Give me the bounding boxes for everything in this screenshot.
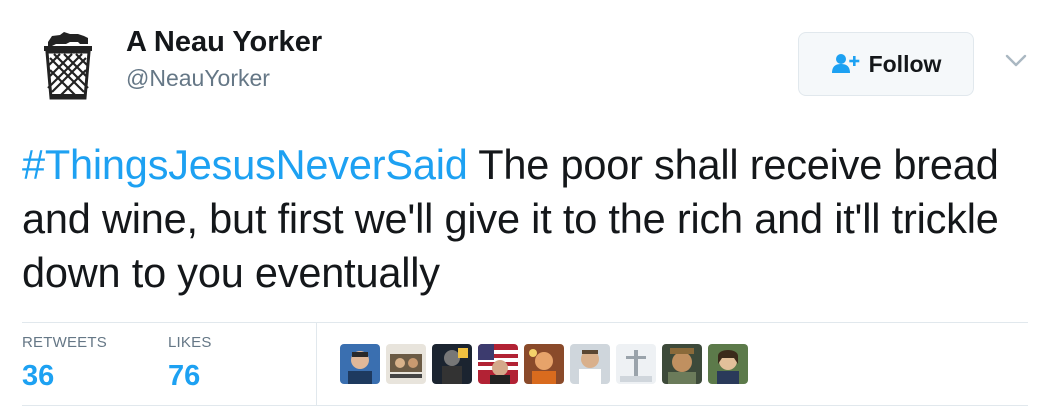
liker-avatar[interactable] — [432, 344, 472, 384]
tweet-text: #ThingsJesusNeverSaid The poor shall rec… — [22, 138, 1032, 300]
likers-avatars — [340, 344, 748, 384]
add-user-icon — [831, 53, 861, 75]
liker-avatar[interactable] — [570, 344, 610, 384]
liker-avatar[interactable] — [478, 344, 518, 384]
follow-label: Follow — [868, 50, 942, 77]
liker-avatar[interactable] — [708, 344, 748, 384]
retweets-stat[interactable]: RETWEETS 36 — [22, 334, 107, 394]
likes-stat[interactable]: LIKES 76 — [168, 334, 212, 394]
author-handle[interactable]: @NeauYorker — [126, 63, 270, 93]
liker-avatar[interactable] — [340, 344, 380, 384]
chevron-down-icon[interactable] — [1004, 52, 1028, 70]
stats-separator — [316, 322, 317, 405]
divider — [22, 405, 1028, 406]
trash-can-bear-icon[interactable] — [40, 30, 96, 100]
likes-count: 76 — [168, 360, 201, 392]
liker-avatar[interactable] — [386, 344, 426, 384]
liker-avatar[interactable] — [524, 344, 564, 384]
likes-label: LIKES — [168, 334, 212, 351]
retweets-count: 36 — [22, 360, 55, 392]
author-name[interactable]: A Neau Yorker — [126, 24, 322, 60]
liker-avatar[interactable] — [616, 344, 656, 384]
tweet-card: A Neau Yorker @NeauYorker Follow #Things… — [0, 0, 1042, 414]
retweets-label: RETWEETS — [22, 334, 107, 351]
divider — [22, 322, 1028, 323]
follow-button[interactable]: Follow — [798, 32, 974, 96]
hashtag-link[interactable]: #ThingsJesusNeverSaid — [22, 141, 468, 188]
liker-avatar[interactable] — [662, 344, 702, 384]
